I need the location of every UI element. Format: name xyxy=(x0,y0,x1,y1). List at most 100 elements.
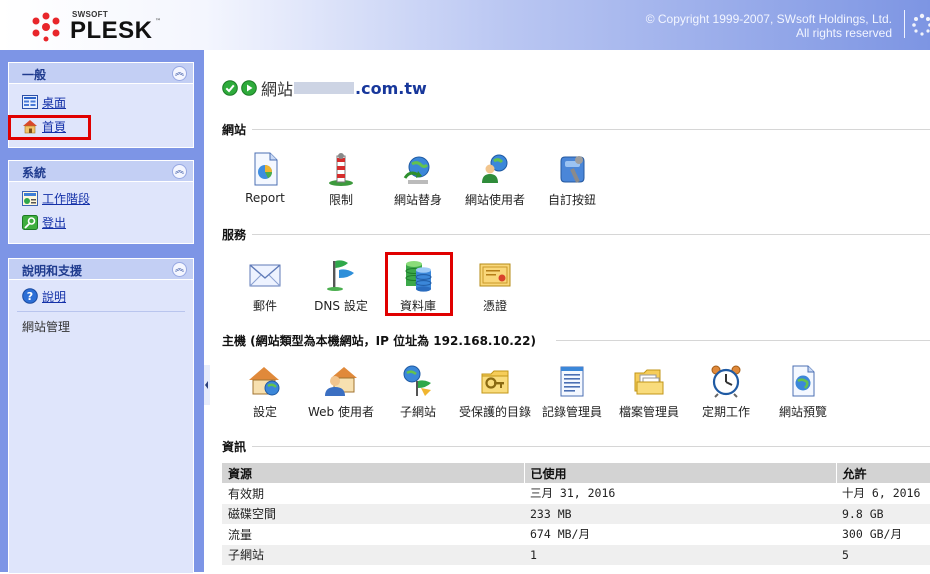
web-users-icon xyxy=(325,367,357,396)
logout-icon xyxy=(22,214,38,230)
svg-text:?: ? xyxy=(27,290,33,303)
table-cell: 674 MB/月 xyxy=(524,524,836,545)
column-header-used: 已使用 xyxy=(523,463,836,483)
tile-site-users-label: 網站使用者 xyxy=(464,193,525,207)
tile-report[interactable]: Report xyxy=(222,152,308,224)
column-header-resource: 資源 xyxy=(222,463,524,483)
header-divider xyxy=(904,10,905,38)
tile-log-manager[interactable]: 記錄管理員 xyxy=(529,364,615,436)
tile-setup[interactable]: 設定 xyxy=(222,364,308,436)
sidebar-item-help[interactable]: ? 說明 xyxy=(22,287,66,305)
tile-report-label: Report xyxy=(245,191,285,205)
tile-site-preview-label: 網站預覽 xyxy=(778,405,827,419)
page-title-domain: .com.tw xyxy=(355,78,427,98)
section-hosting-rule xyxy=(556,340,930,341)
table-cell: 十月 6, 2016 xyxy=(836,483,930,504)
section-site-rule xyxy=(252,129,930,130)
tile-protected-dirs-label: 受保護的目錄 xyxy=(458,405,531,419)
dns-icon xyxy=(327,260,354,291)
tile-limits-label: 限制 xyxy=(328,193,353,207)
report-icon xyxy=(254,152,278,186)
column-header-allowed: 允許 xyxy=(835,463,930,483)
tile-site-users[interactable]: 網站使用者 xyxy=(452,152,538,224)
table-cell: 三月 31, 2016 xyxy=(524,483,836,504)
tile-subdomains[interactable]: 子網站 xyxy=(375,364,461,436)
sidebar-item-sessions-label[interactable]: 工作階段 xyxy=(42,190,90,207)
status-ok-icon xyxy=(222,80,238,96)
resource-table: 資源 已使用 允許 有效期 三月 31, 2016 十月 6, 2016 磁碟空… xyxy=(222,463,930,565)
section-hosting-title: 主機 (網站類型為本機網站，IP 位址為 192.168.10.22) xyxy=(222,334,536,348)
help-panel-title: 說明和支援 xyxy=(22,264,83,278)
section-site-title: 網站 xyxy=(222,123,247,137)
section-services-title: 服務 xyxy=(222,228,247,242)
tile-scheduled-tasks[interactable]: 定期工作 xyxy=(683,364,769,436)
section-info-rule xyxy=(252,446,930,447)
tile-mail-label: 郵件 xyxy=(252,299,277,313)
left-sidebar: 一般 ︽ 桌面 首頁 系統 ︽ 工作階段 登出 說明和支援 ︽ ? 說明 網站管… xyxy=(0,50,204,574)
tile-custom-buttons-label: 自訂按鈕 xyxy=(547,193,596,207)
collapse-system-button[interactable]: ︽ xyxy=(172,164,187,179)
sidebar-item-logout[interactable]: 登出 xyxy=(22,213,66,231)
sidebar-item-desktop[interactable]: 桌面 xyxy=(22,93,66,111)
sidebar-item-logout-label[interactable]: 登出 xyxy=(42,214,66,231)
copyright: © Copyright 1999-2007, SWsoft Holdings, … xyxy=(646,12,892,40)
tile-protected-dirs[interactable]: 受保護的目錄 xyxy=(452,364,538,436)
table-cell: 流量 xyxy=(222,524,524,545)
tile-web-users[interactable]: Web 使用者 xyxy=(298,364,384,436)
main-content: 網站 .com.tw 網站 Report 限制 網站替身 網站使用者 自訂按鈕 … xyxy=(210,50,930,572)
table-cell: 300 GB/月 xyxy=(836,524,930,545)
table-row: 流量 674 MB/月 300 GB/月 xyxy=(222,524,930,545)
table-row: 有效期 三月 31, 2016 十月 6, 2016 xyxy=(222,483,930,504)
tile-mail[interactable]: 郵件 xyxy=(222,258,308,330)
plesk-logo: SWSOFT PLESK ™ xyxy=(32,8,172,44)
help-panel-header: 說明和支援 ︽ xyxy=(9,259,193,280)
setup-icon xyxy=(249,367,280,396)
help-context-text: 網站管理 xyxy=(22,320,71,334)
site-users-icon xyxy=(482,154,508,183)
page-title-label: 網站 xyxy=(261,80,294,99)
table-cell: 有效期 xyxy=(222,483,524,504)
redacted-domain-mask xyxy=(294,82,355,94)
tile-file-manager[interactable]: 檔案管理員 xyxy=(606,364,692,436)
table-cell: 9.8 GB xyxy=(836,503,930,524)
collapse-help-button[interactable]: ︽ xyxy=(172,262,187,277)
limits-icon xyxy=(329,153,353,186)
table-header-row: 資源 已使用 允許 xyxy=(222,463,930,483)
scheduled-tasks-icon xyxy=(711,365,741,398)
tile-dns-label: DNS 設定 xyxy=(314,299,368,313)
custom-buttons-icon xyxy=(560,156,585,183)
sidebar-item-help-label[interactable]: 說明 xyxy=(42,288,66,305)
collapse-general-button[interactable]: ︽ xyxy=(172,66,187,81)
tile-dns[interactable]: DNS 設定 xyxy=(298,258,384,330)
sidebar-item-sessions[interactable]: 工作階段 xyxy=(22,189,90,207)
table-row: 子網站 1 5 xyxy=(222,544,930,565)
tile-log-manager-label: 記錄管理員 xyxy=(541,405,602,419)
tile-file-manager-label: 檔案管理員 xyxy=(618,405,679,419)
tile-certificate[interactable]: 憑證 xyxy=(452,258,538,330)
general-panel-header: 一般 ︽ xyxy=(9,63,193,84)
loading-spinner-icon xyxy=(912,13,930,36)
tile-domain-alias[interactable]: 網站替身 xyxy=(375,152,461,224)
trademark: ™ xyxy=(155,18,161,25)
home-highlight-box xyxy=(8,115,91,140)
sessions-icon xyxy=(22,190,38,206)
desktop-icon xyxy=(22,95,38,109)
tile-site-preview[interactable]: 網站預覽 xyxy=(760,364,846,436)
domain-alias-icon xyxy=(403,156,430,184)
status-running-icon xyxy=(241,80,257,96)
sidebar-item-desktop-label[interactable]: 桌面 xyxy=(42,94,66,111)
site-preview-icon xyxy=(792,365,815,397)
section-info-title: 資訊 xyxy=(222,440,247,454)
table-row: 磁碟空間 233 MB 9.8 GB xyxy=(222,503,930,524)
table-cell: 233 MB xyxy=(524,503,836,524)
tile-limits[interactable]: 限制 xyxy=(298,152,384,224)
file-manager-icon xyxy=(634,369,664,395)
tile-custom-buttons[interactable]: 自訂按鈕 xyxy=(529,152,615,224)
brand-name: PLESK xyxy=(70,17,153,44)
tile-scheduled-tasks-label: 定期工作 xyxy=(701,405,750,419)
mail-icon xyxy=(249,264,281,287)
system-panel-title: 系統 xyxy=(22,166,47,180)
plesk-logo-dots xyxy=(32,12,60,42)
certificate-icon xyxy=(479,263,511,287)
page-title: 網站 .com.tw xyxy=(222,77,427,99)
